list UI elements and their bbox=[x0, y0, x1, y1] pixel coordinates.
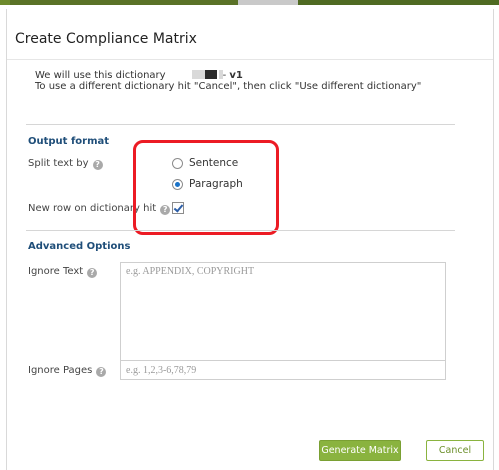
help-icon[interactable]: ? bbox=[96, 367, 107, 377]
dictionary-line: We will use this dictionary - v1 bbox=[35, 70, 421, 81]
divider bbox=[26, 230, 455, 231]
redacted-block bbox=[191, 70, 205, 79]
dictionary-info: We will use this dictionary - v1 To use a… bbox=[35, 70, 421, 92]
help-icon[interactable]: ? bbox=[92, 160, 103, 170]
strip-segment bbox=[298, 0, 499, 5]
strip-segment bbox=[10, 0, 238, 5]
ignore-text-label-text: Ignore Text bbox=[28, 266, 84, 277]
dictionary-hint: To use a different dictionary hit "Cance… bbox=[35, 81, 422, 92]
split-text-label-text: Split text by bbox=[28, 158, 89, 169]
compliance-matrix-dialog: Create Compliance Matrix We will use thi… bbox=[6, 9, 494, 470]
divider bbox=[7, 59, 493, 60]
cancel-button[interactable]: Cancel bbox=[426, 440, 484, 461]
ignore-text-label: Ignore Text? bbox=[28, 266, 98, 278]
help-icon[interactable]: ? bbox=[87, 268, 98, 278]
ignore-pages-field[interactable] bbox=[120, 360, 446, 380]
dialog-title: Create Compliance Matrix bbox=[15, 31, 197, 47]
dictionary-prefix: We will use this dictionary bbox=[35, 70, 166, 81]
redacted-block bbox=[204, 70, 217, 79]
divider bbox=[26, 124, 455, 125]
advanced-options-heading: Advanced Options bbox=[28, 241, 131, 252]
strip-segment bbox=[0, 0, 10, 5]
red-highlight-annotation bbox=[133, 140, 279, 235]
ignore-pages-label: Ignore Pages? bbox=[28, 365, 107, 377]
generate-matrix-button[interactable]: Generate Matrix bbox=[319, 440, 401, 461]
dictionary-version: v1 bbox=[229, 70, 243, 81]
split-text-label: Split text by? bbox=[28, 158, 103, 170]
ignore-text-field[interactable] bbox=[120, 262, 446, 368]
top-strip bbox=[0, 0, 499, 7]
strip-segment bbox=[238, 0, 298, 5]
output-format-heading: Output format bbox=[28, 136, 110, 147]
ignore-pages-label-text: Ignore Pages bbox=[28, 365, 93, 376]
